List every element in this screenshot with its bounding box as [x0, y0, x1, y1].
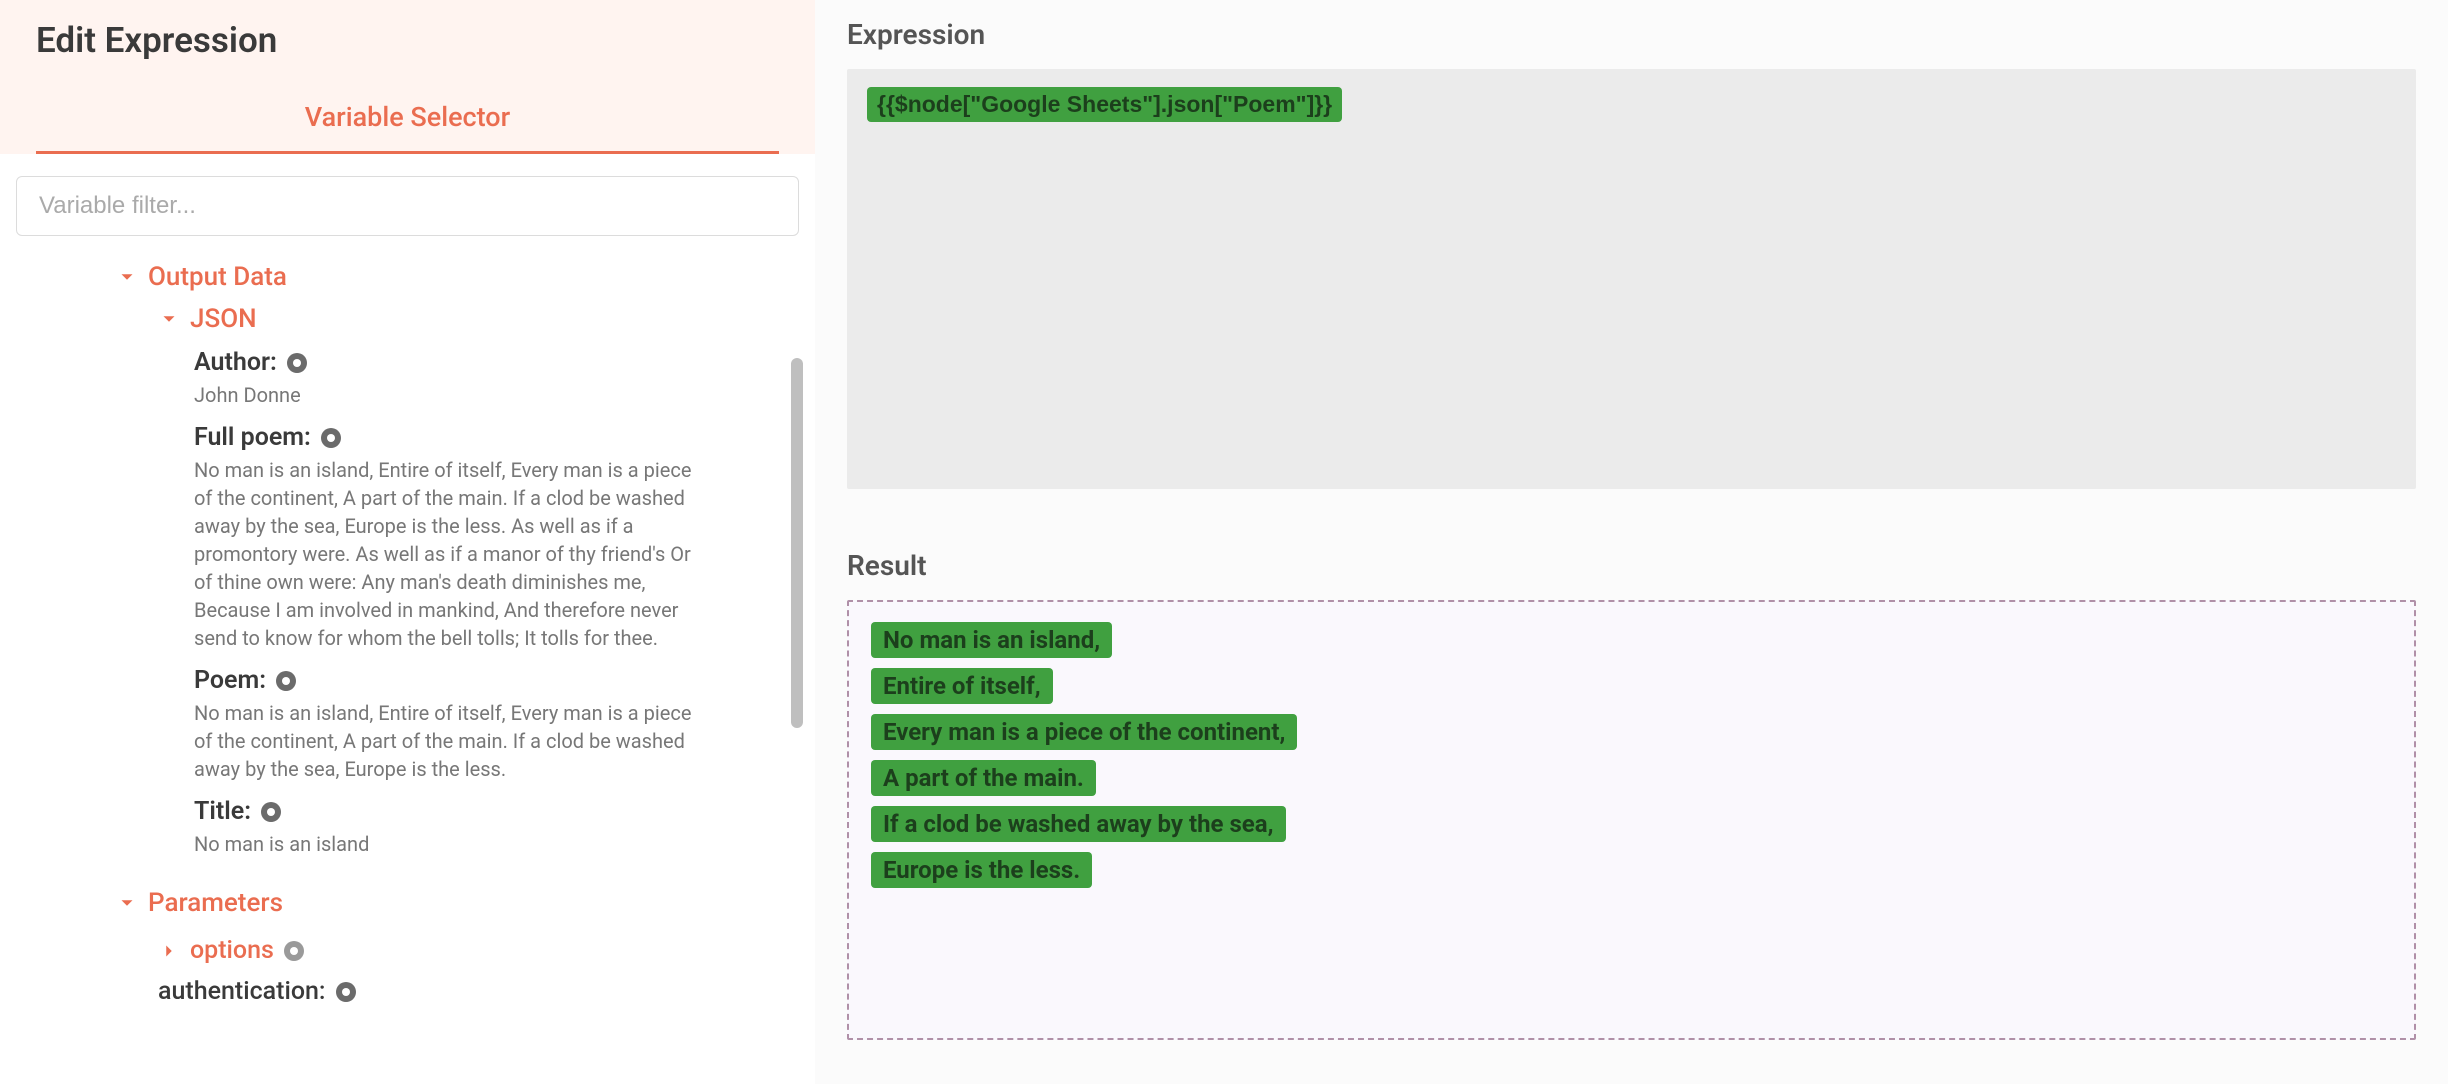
filter-wrap — [0, 154, 815, 250]
field-key: Full poem: — [194, 423, 311, 452]
scrollbar-thumb[interactable] — [791, 358, 803, 728]
variable-filter-input[interactable] — [16, 176, 799, 236]
circle-icon — [336, 982, 356, 1002]
field-author[interactable]: Author: John Donne — [16, 348, 759, 409]
field-full-poem[interactable]: Full poem: No man is an island, Entire o… — [16, 423, 759, 652]
tree-label-json: JSON — [190, 304, 257, 334]
field-key: Author: — [194, 348, 277, 377]
result-line: Every man is a piece of the continent, — [871, 714, 1297, 750]
chevron-down-icon — [116, 266, 138, 288]
tab-row: Variable Selector — [36, 101, 779, 154]
chevron-down-icon — [116, 892, 138, 914]
field-title[interactable]: Title: No man is an island — [16, 797, 759, 858]
field-value: No man is an island, Entire of itself, E… — [194, 456, 759, 652]
tree-node-output-data[interactable]: Output Data — [16, 262, 759, 292]
field-value: No man is an island — [194, 830, 759, 858]
result-line: Europe is the less. — [871, 852, 1092, 888]
tree-wrap: Output Data JSON Author: — [0, 250, 815, 1084]
tree-label-options: options — [190, 936, 274, 965]
tree-node-json[interactable]: JSON — [16, 304, 759, 334]
result-line: Entire of itself, — [871, 668, 1053, 704]
left-panel: Edit Expression Variable Selector Output… — [0, 0, 815, 1084]
chevron-right-icon — [158, 940, 180, 962]
circle-icon — [287, 353, 307, 373]
result-line: A part of the main. — [871, 760, 1096, 796]
result-line: No man is an island, — [871, 622, 1112, 658]
page-title: Edit Expression — [36, 20, 779, 61]
header: Edit Expression Variable Selector — [0, 0, 815, 154]
expression-token: {{$node["Google Sheets"].json["Poem"]}} — [867, 87, 1342, 122]
field-key: Poem: — [194, 666, 266, 695]
circle-icon — [321, 428, 341, 448]
tree-label-output-data: Output Data — [148, 262, 287, 292]
chevron-down-icon — [158, 308, 180, 330]
tab-variable-selector[interactable]: Variable Selector — [305, 101, 510, 151]
result-line: If a clod be washed away by the sea, — [871, 806, 1286, 842]
param-authentication[interactable]: authentication: — [16, 977, 759, 1006]
tree-label-parameters: Parameters — [148, 888, 283, 918]
result-box: No man is an island, Entire of itself, E… — [847, 600, 2416, 1040]
field-value: No man is an island, Entire of itself, E… — [194, 699, 759, 783]
circle-icon — [276, 671, 296, 691]
param-key: authentication: — [158, 977, 326, 1006]
right-panel: Expression {{$node["Google Sheets"].json… — [815, 0, 2448, 1084]
tree-node-options[interactable]: options — [16, 936, 759, 965]
expression-editor[interactable]: {{$node["Google Sheets"].json["Poem"]}} — [847, 69, 2416, 489]
circle-icon — [284, 941, 304, 961]
tree-node-parameters[interactable]: Parameters — [16, 888, 759, 918]
field-value: John Donne — [194, 381, 759, 409]
expression-label: Expression — [847, 18, 2416, 51]
circle-icon — [261, 802, 281, 822]
field-key: Title: — [194, 797, 251, 826]
field-poem[interactable]: Poem: No man is an island, Entire of its… — [16, 666, 759, 783]
result-label: Result — [847, 549, 2416, 582]
tree-scroll[interactable]: Output Data JSON Author: — [16, 250, 799, 1084]
